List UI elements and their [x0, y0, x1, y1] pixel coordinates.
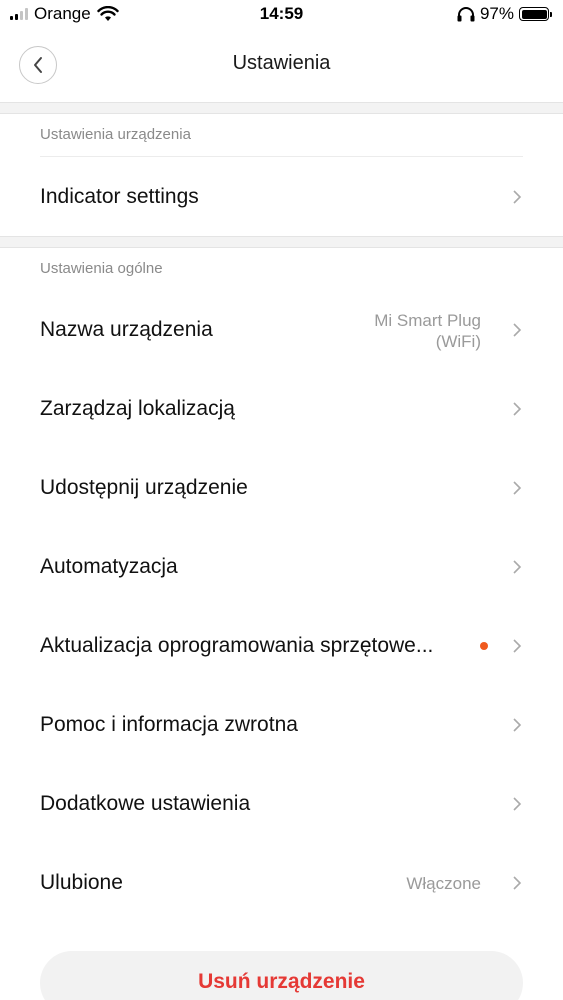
- row-label: Nazwa urządzenia: [40, 318, 213, 341]
- additional-settings-row[interactable]: Dodatkowe ustawienia: [0, 764, 563, 843]
- chevron-right-icon: [513, 639, 522, 653]
- page-title: Ustawienia: [232, 52, 331, 74]
- automation-row[interactable]: Automatyzacja: [0, 527, 563, 606]
- chevron-right-icon: [513, 481, 522, 495]
- delete-device-button[interactable]: Usuń urządzenie: [40, 951, 523, 1000]
- device-name-value: Mi Smart Plug (WiFi): [374, 310, 481, 352]
- help-feedback-row[interactable]: Pomoc i informacja zwrotna: [0, 685, 563, 764]
- row-label: Pomoc i informacja zwrotna: [40, 713, 298, 736]
- row-label: Zarządzaj lokalizacją: [40, 397, 235, 420]
- device-name-value-line2: (WiFi): [435, 332, 481, 351]
- section-gap: [0, 102, 563, 114]
- section-gap: [0, 236, 563, 248]
- share-device-row[interactable]: Udostępnij urządzenie: [0, 448, 563, 527]
- manage-location-row[interactable]: Zarządzaj lokalizacją: [0, 369, 563, 448]
- row-label: Ulubione: [40, 871, 123, 894]
- favorites-value: Włączone: [406, 874, 481, 893]
- row-label: Indicator settings: [40, 185, 199, 208]
- status-bar: Orange 14:59 97%: [0, 0, 563, 30]
- row-label: Automatyzacja: [40, 555, 178, 578]
- device-name-value-line1: Mi Smart Plug: [374, 311, 481, 330]
- chevron-right-icon: [513, 190, 522, 204]
- indicator-settings-row[interactable]: Indicator settings: [0, 157, 563, 236]
- status-right: 97%: [456, 4, 552, 24]
- chevron-right-icon: [513, 402, 522, 416]
- firmware-update-row[interactable]: Aktualizacja oprogramowania sprzętowe...: [0, 606, 563, 685]
- row-label: Dodatkowe ustawienia: [40, 792, 251, 815]
- section-header-device: Ustawienia urządzenia: [40, 126, 191, 143]
- chevron-right-icon: [513, 718, 522, 732]
- headphones-icon: [457, 7, 475, 22]
- update-dot-icon: [480, 642, 488, 650]
- section-header-general: Ustawienia ogólne: [40, 260, 163, 277]
- battery-percent: 97%: [479, 4, 514, 23]
- row-label: Udostępnij urządzenie: [40, 476, 248, 499]
- row-label: Aktualizacja oprogramowania sprzętowe...: [40, 634, 434, 657]
- chevron-right-icon: [513, 876, 522, 890]
- delete-device-label: Usuń urządzenie: [198, 970, 365, 993]
- favorites-row[interactable]: Ulubione Włączone: [0, 843, 563, 922]
- chevron-right-icon: [513, 560, 522, 574]
- battery-icon: [519, 7, 552, 21]
- chevron-right-icon: [513, 323, 522, 337]
- chevron-right-icon: [513, 797, 522, 811]
- nav-bar: Ustawienia: [0, 30, 563, 100]
- device-name-row[interactable]: Nazwa urządzenia Mi Smart Plug (WiFi): [0, 290, 563, 369]
